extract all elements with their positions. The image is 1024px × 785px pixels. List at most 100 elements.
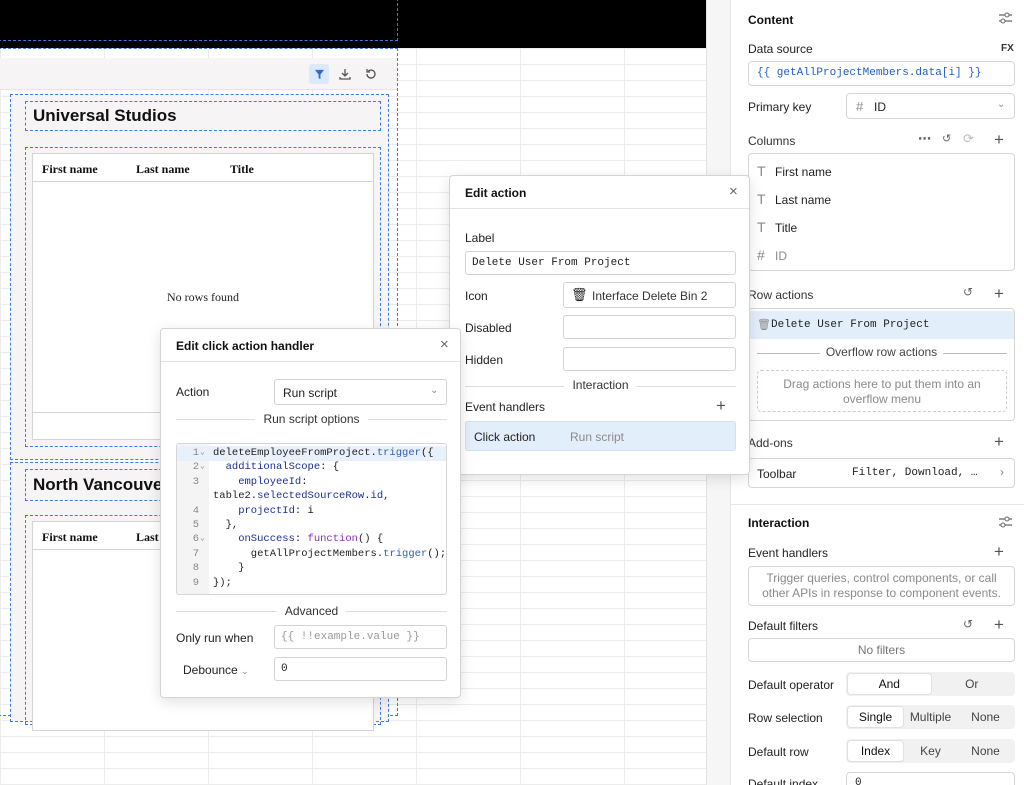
row-action-item[interactable]: 🗑 Delete User From Project <box>749 311 1014 339</box>
section-title-interaction: Interaction <box>748 516 810 530</box>
segment-option[interactable]: Or <box>931 674 1014 694</box>
script-editor[interactable]: 1 2 3 4 5 6 7 8 9 ⌄ ⌄ ⌄ deleteEmployeeFr… <box>176 443 447 595</box>
column-header[interactable]: First name <box>42 162 98 177</box>
chevron-down-icon: ⌄ <box>430 385 439 396</box>
segment-option[interactable]: None <box>958 741 1013 761</box>
fx-toggle[interactable]: FX <box>1001 43 1014 54</box>
advanced-section-label: Advanced <box>276 604 347 618</box>
columns-list: T First name T Last name T Title # ID <box>748 153 1015 271</box>
action-field-label: Action <box>176 385 210 399</box>
primary-key-select[interactable]: # ID ⌄ <box>846 93 1015 119</box>
column-item[interactable]: T Title <box>757 219 1007 239</box>
table-header: First name Last name Title <box>33 154 373 182</box>
segment-option[interactable]: Key <box>903 741 958 761</box>
overflow-label: Overflow row actions <box>819 345 944 359</box>
line-number: 2 <box>192 461 199 474</box>
trash-icon: 🗑 <box>757 319 771 331</box>
title-outline: Universal Studios <box>25 101 381 131</box>
column-item[interactable]: # ID <box>757 247 1007 267</box>
disabled-input[interactable] <box>563 315 736 339</box>
interaction-section-label: Interaction <box>564 378 637 392</box>
settings-sliders-icon[interactable] <box>999 12 1012 27</box>
line-number: 7 <box>192 547 199 560</box>
modal-title: Edit action <box>465 186 527 200</box>
advanced-divider-wrap: Advanced <box>161 604 462 618</box>
overflow-label-wrap: Overflow row actions <box>749 345 1014 359</box>
reset-icon[interactable]: ↺ <box>963 617 973 631</box>
default-index-label: Default index <box>748 777 819 785</box>
hidden-input[interactable] <box>563 347 736 371</box>
data-source-label: Data source <box>748 42 813 56</box>
overflow-dropzone[interactable]: Drag actions here to put them into an ov… <box>757 370 1007 412</box>
add-column-icon[interactable]: + <box>994 131 1004 148</box>
column-header[interactable]: Title <box>230 162 254 177</box>
label-input[interactable]: Delete User From Project <box>465 251 736 275</box>
segment-option[interactable]: Multiple <box>903 707 958 727</box>
only-run-when-label: Only run when <box>176 631 254 645</box>
row-action-label: Delete User From Project <box>771 319 930 331</box>
segment-option[interactable]: Index <box>848 741 903 761</box>
toolbar-label: Toolbar <box>757 467 797 481</box>
section-title-content: Content <box>748 13 794 27</box>
modal-divider <box>450 208 749 209</box>
action-select[interactable]: Run script ⌄ <box>274 379 447 405</box>
add-event-handler-icon[interactable]: + <box>716 397 726 414</box>
debounce-dropdown[interactable]: Debounce ⌄ <box>183 663 249 677</box>
event-handler-row[interactable]: Click action Run script <box>465 421 736 451</box>
default-operator-label: Default operator <box>748 678 835 692</box>
column-name: Title <box>775 221 798 235</box>
line-number: 5 <box>192 519 199 532</box>
line-number: 3 <box>192 475 199 488</box>
row-selection-segment[interactable]: Single Multiple None <box>846 705 1015 729</box>
default-filters-empty[interactable]: No filters <box>748 638 1015 662</box>
column-header[interactable]: Last name <box>136 162 190 177</box>
options-section-label: Run script options <box>255 412 368 426</box>
inspector-panel: Content Data source FX {{ getAllProjectM… <box>730 0 1024 785</box>
add-addon-icon[interactable]: + <box>994 433 1004 450</box>
line-number: 9 <box>192 576 199 589</box>
action-select-value: Run script <box>283 386 338 400</box>
close-icon[interactable]: × <box>729 184 738 199</box>
default-row-label: Default row <box>748 745 809 759</box>
segment-option[interactable]: Single <box>848 707 903 727</box>
column-item[interactable]: T Last name <box>757 191 1007 211</box>
event-handlers-label: Event handlers <box>748 546 829 560</box>
row-actions-label: Row actions <box>748 288 814 302</box>
header-selection-outline <box>0 0 398 41</box>
default-index-input[interactable]: 0 <box>846 772 1015 785</box>
column-header[interactable]: First name <box>42 530 98 545</box>
options-divider-wrap: Run script options <box>161 412 462 426</box>
fold-markers: ⌄ ⌄ ⌄ <box>200 448 205 544</box>
text-type-icon: T <box>757 219 766 235</box>
hidden-field-label: Hidden <box>465 353 504 367</box>
icon-select[interactable]: 🗑 Interface Delete Bin 2 <box>563 282 736 308</box>
debounce-input[interactable]: 0 <box>274 657 447 681</box>
reset-icon[interactable]: ↺ <box>963 285 973 299</box>
script-code: deleteEmployeeFromProject.trigger({ addi… <box>213 447 447 589</box>
event-handlers-empty[interactable]: Trigger queries, control components, or … <box>748 566 1015 606</box>
settings-sliders-icon[interactable] <box>999 516 1012 531</box>
segment-option[interactable]: None <box>958 707 1013 727</box>
data-source-input[interactable]: {{ getAllProjectMembers.data[i] }} <box>748 61 1015 86</box>
label-field-label: Label <box>465 231 495 245</box>
text-type-icon: T <box>757 191 766 207</box>
default-row-segment[interactable]: Index Key None <box>846 739 1015 763</box>
hash-icon: # <box>856 99 864 114</box>
number-type-icon: # <box>757 247 765 263</box>
toolbar-addon[interactable]: Toolbar Filter, Download, … › <box>748 458 1015 488</box>
chevron-right-icon: › <box>1000 465 1004 479</box>
close-icon[interactable]: × <box>440 337 449 352</box>
container-title: North Vancouve <box>33 475 163 494</box>
add-row-action-icon[interactable]: + <box>994 285 1004 302</box>
edit-action-modal: Edit action × Label Delete User From Pro… <box>449 175 750 475</box>
reset-icon[interactable]: ↺ <box>942 132 951 145</box>
add-filter-icon[interactable]: + <box>994 616 1004 633</box>
more-icon[interactable]: ⋯ <box>918 131 931 147</box>
sync-icon[interactable]: ⟳ <box>963 131 974 147</box>
column-item[interactable]: T First name <box>757 163 1007 183</box>
default-operator-segment[interactable]: And Or <box>846 672 1015 696</box>
segment-option[interactable]: And <box>848 674 931 694</box>
add-event-handler-icon[interactable]: + <box>994 543 1004 560</box>
only-run-when-input[interactable]: {{ !!example.value }} <box>274 625 447 649</box>
row-actions-list: 🗑 Delete User From Project Overflow row … <box>748 308 1015 421</box>
